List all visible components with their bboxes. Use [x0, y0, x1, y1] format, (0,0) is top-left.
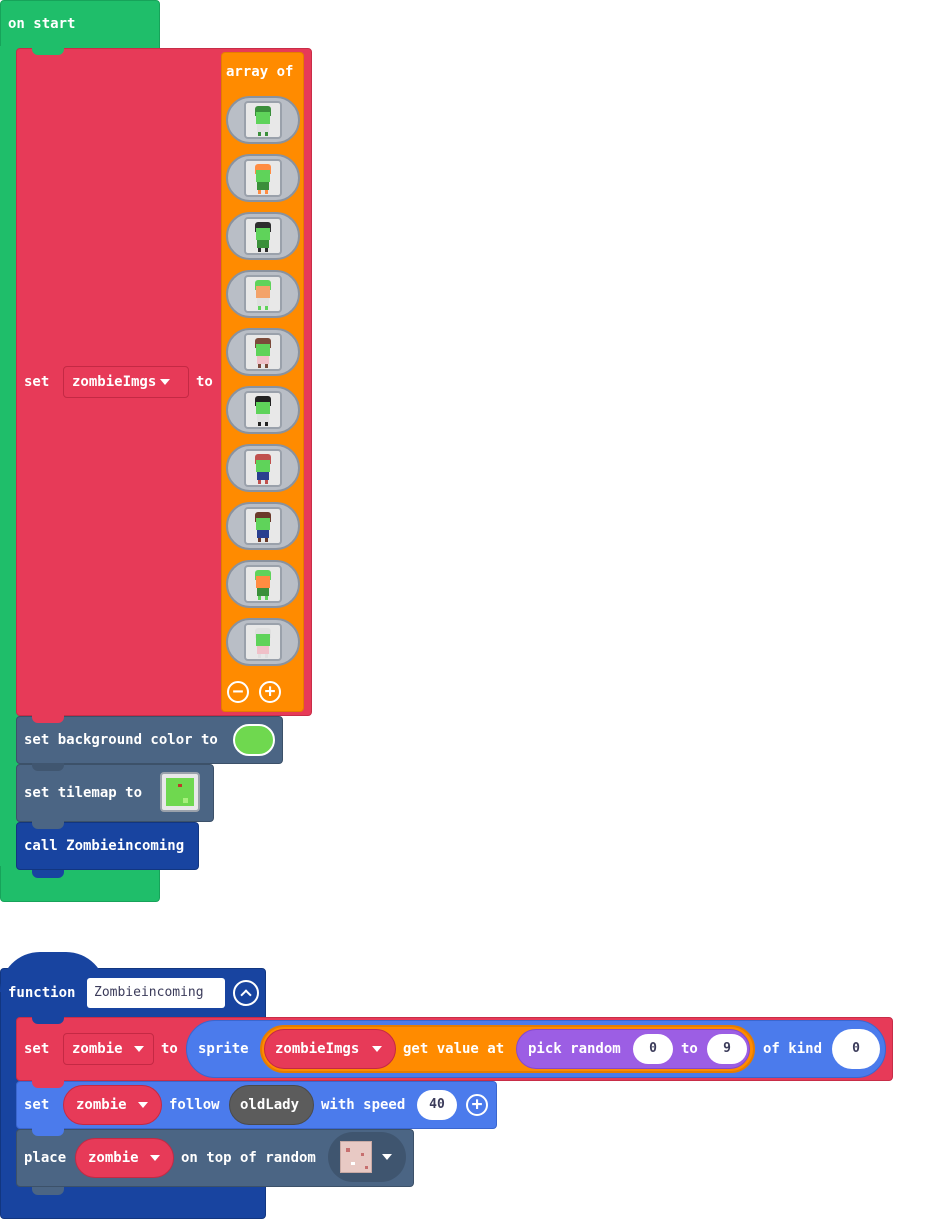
block-notch	[32, 1080, 64, 1088]
to-label: to	[161, 1041, 178, 1057]
array-variable-zombieimgs[interactable]: zombieImgs	[264, 1029, 396, 1069]
chevron-down-icon	[160, 379, 170, 385]
sprite-image-icon	[244, 565, 282, 603]
image-slot[interactable]	[226, 96, 300, 144]
function-name-field[interactable]: Zombieincoming	[87, 978, 225, 1008]
image-slot[interactable]	[226, 502, 300, 550]
chevron-down-icon	[138, 1102, 148, 1108]
image-slot[interactable]	[226, 328, 300, 376]
chevron-down-icon	[134, 1046, 144, 1052]
random-max-input[interactable]: 9	[707, 1034, 747, 1064]
on-top-of-random-label: on top of random	[181, 1150, 316, 1166]
on-start-left-arm	[0, 46, 16, 866]
image-slot[interactable]	[226, 270, 300, 318]
get-value-at-label: get value at	[403, 1041, 505, 1057]
to-label: to	[196, 374, 213, 390]
image-slot[interactable]	[226, 212, 300, 260]
array-of-label: array of	[226, 64, 294, 80]
variable-dropdown-zombie[interactable]: zombie	[63, 1033, 154, 1065]
image-slot[interactable]	[226, 154, 300, 202]
expand-icon[interactable]: +	[466, 1094, 488, 1116]
sprite-image-icon	[244, 275, 282, 313]
block-notch	[32, 821, 64, 829]
sprite-image-icon	[244, 507, 282, 545]
sprite-label: sprite	[198, 1041, 249, 1057]
place-label: place	[24, 1150, 67, 1166]
set-label: set	[24, 1041, 50, 1057]
image-slot[interactable]	[226, 386, 300, 434]
on-start-label: on start	[8, 16, 76, 32]
sprite-image-icon	[244, 449, 282, 487]
speed-input[interactable]: 40	[417, 1090, 457, 1120]
sprite-variable-zombie[interactable]: zombie	[63, 1085, 162, 1125]
random-min-input[interactable]: 0	[633, 1034, 673, 1064]
tilemap-thumbnail[interactable]	[160, 772, 200, 812]
to-label: to	[681, 1041, 698, 1057]
block-notch	[32, 870, 64, 878]
block-notch	[32, 1187, 64, 1195]
block-notch	[32, 1016, 64, 1024]
set-tilemap-label: set tilemap to	[24, 785, 143, 801]
pick-random-label: pick random	[528, 1041, 621, 1057]
sprite-image-icon	[244, 333, 282, 371]
sprite-variable-zombie[interactable]: zombie	[75, 1138, 174, 1178]
sprite-image-icon	[244, 101, 282, 139]
function-keyword: function	[8, 985, 76, 1001]
sprite-image-icon	[244, 623, 282, 661]
call-zombieincoming-label: call Zombieincoming	[24, 838, 185, 854]
with-speed-label: with speed	[321, 1097, 406, 1113]
tile-icon	[340, 1141, 372, 1173]
image-slot[interactable]	[226, 618, 300, 666]
chevron-down-icon	[382, 1154, 392, 1160]
collapse-icon[interactable]	[233, 980, 259, 1006]
add-item-icon[interactable]: +	[259, 681, 281, 703]
image-slot[interactable]	[226, 444, 300, 492]
sprite-image-icon	[244, 159, 282, 197]
tile-picker[interactable]	[328, 1132, 406, 1182]
sprite-image-icon	[244, 217, 282, 255]
variable-dropdown-zombieimgs[interactable]: zombieImgs	[63, 366, 189, 398]
chevron-down-icon	[372, 1046, 382, 1052]
remove-item-icon[interactable]: −	[227, 681, 249, 703]
block-notch	[32, 1128, 64, 1136]
array-of-block[interactable]	[221, 52, 304, 712]
of-kind-label: of kind	[763, 1041, 823, 1057]
set-background-color-label: set background color to	[24, 732, 218, 748]
target-oldlady[interactable]: oldLady	[229, 1085, 314, 1125]
set-label: set	[24, 374, 50, 390]
block-notch	[32, 715, 64, 723]
image-slot[interactable]	[226, 560, 300, 608]
block-notch	[32, 763, 64, 771]
tilemap-preview	[166, 778, 194, 806]
kind-input[interactable]: 0	[832, 1029, 880, 1069]
set-label: set	[24, 1097, 50, 1113]
color-swatch[interactable]	[233, 724, 275, 756]
block-notch	[32, 47, 64, 55]
sprite-image-icon	[244, 391, 282, 429]
follow-label: follow	[169, 1097, 220, 1113]
chevron-down-icon	[150, 1155, 160, 1161]
